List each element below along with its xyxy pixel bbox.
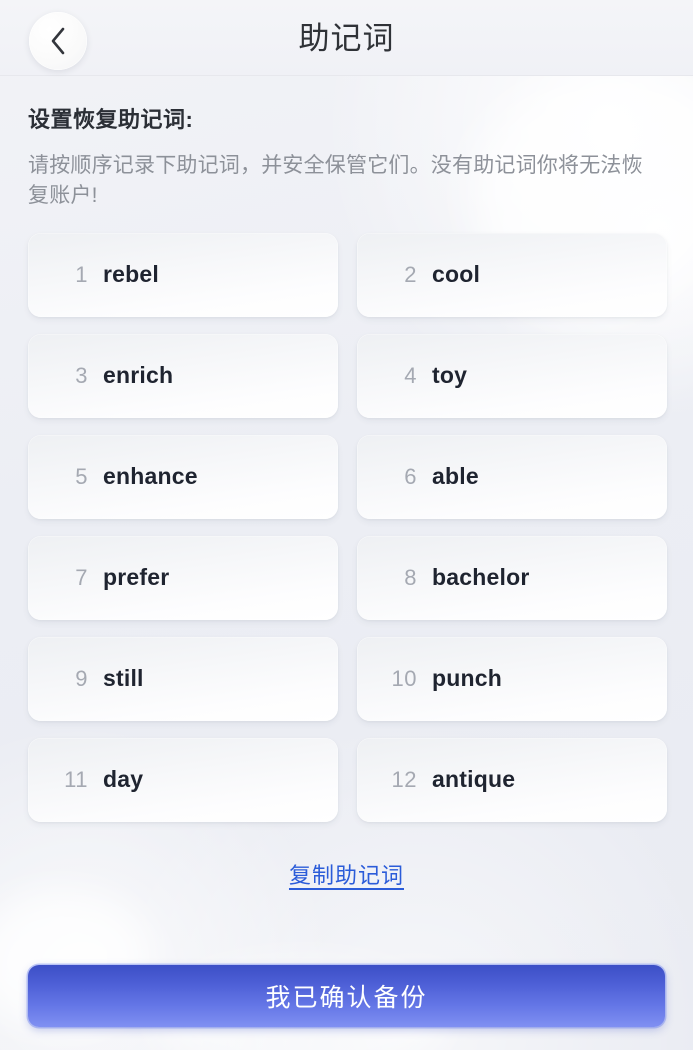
mnemonic-word-card: 2 cool	[357, 232, 667, 317]
mnemonic-word-card: 1 rebel	[28, 232, 338, 317]
word-text: punch	[432, 665, 502, 692]
mnemonic-word-card: 10 punch	[357, 636, 667, 721]
word-text: prefer	[103, 564, 170, 591]
section-title: 设置恢复助记词:	[28, 107, 194, 132]
word-index: 3	[75, 362, 88, 388]
mnemonic-word-card: 5 enhance	[28, 434, 338, 519]
word-index: 8	[404, 564, 417, 590]
word-index: 6	[404, 463, 417, 489]
word-text: able	[432, 463, 479, 490]
word-index: 1	[75, 261, 88, 287]
word-text: antique	[432, 766, 516, 793]
mnemonic-word-card: 8 bachelor	[357, 535, 667, 620]
word-index: 2	[404, 261, 417, 287]
mnemonic-word-card: 3 enrich	[28, 333, 338, 418]
word-index: 7	[75, 564, 88, 590]
word-text: enrich	[103, 362, 174, 389]
main-content: 设置恢复助记词: 请按顺序记录下助记词，并安全保管它们。没有助记词你将无法恢复账…	[0, 102, 693, 890]
word-index: 9	[75, 665, 88, 691]
footer-actions: 我已确认备份	[0, 965, 693, 1027]
word-text: enhance	[103, 463, 198, 490]
mnemonic-word-card: 6 able	[357, 434, 667, 519]
word-index: 11	[64, 766, 88, 792]
page-title: 助记词	[298, 20, 395, 56]
word-index: 10	[391, 665, 417, 691]
word-text: bachelor	[432, 564, 530, 591]
word-index: 4	[404, 362, 417, 388]
back-button[interactable]	[29, 12, 87, 70]
mnemonic-word-card: 7 prefer	[28, 535, 338, 620]
word-text: day	[103, 766, 144, 793]
chevron-left-icon	[48, 26, 68, 56]
mnemonic-word-card: 9 still	[28, 636, 338, 721]
mnemonic-word-card: 12 antique	[357, 737, 667, 822]
section-description: 请按顺序记录下助记词，并安全保管它们。没有助记词你将无法恢复账户!	[28, 154, 643, 207]
confirm-backup-button[interactable]: 我已确认备份	[28, 965, 665, 1027]
mnemonic-screen: 助记词 设置恢复助记词: 请按顺序记录下助记词，并安全保管它们。没有助记词你将无…	[0, 0, 693, 1050]
mnemonic-word-card: 11 day	[28, 737, 338, 822]
mnemonic-word-grid: 1 rebel 2 cool 3 enrich 4 toy 5 enhance …	[28, 232, 667, 822]
copy-link-row: 复制助记词	[28, 858, 665, 890]
word-index: 5	[75, 463, 88, 489]
word-index: 12	[391, 766, 417, 792]
app-header: 助记词	[0, 0, 693, 76]
word-text: still	[103, 665, 144, 692]
word-text: toy	[432, 362, 468, 389]
word-text: rebel	[103, 261, 159, 288]
mnemonic-word-card: 4 toy	[357, 333, 667, 418]
word-text: cool	[432, 261, 481, 288]
copy-mnemonic-link[interactable]: 复制助记词	[289, 858, 404, 890]
